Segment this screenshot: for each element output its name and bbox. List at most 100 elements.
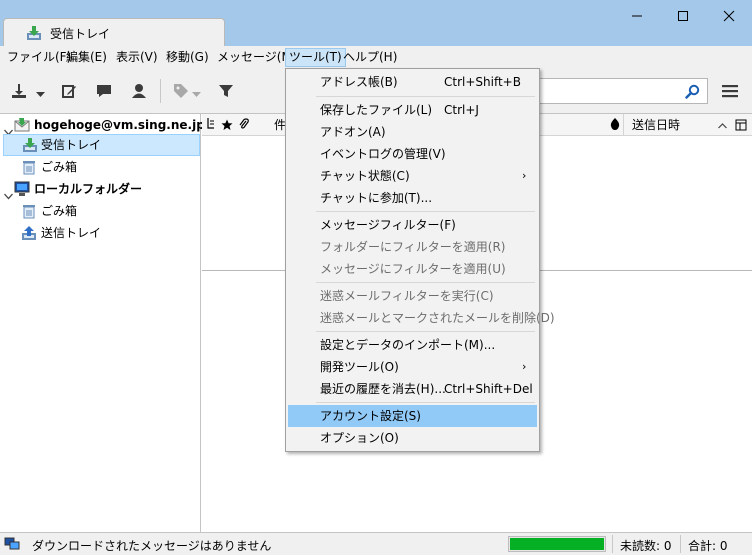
folder-trash[interactable]: ごみ箱 — [0, 156, 200, 178]
pencil-icon — [62, 85, 76, 98]
menu-item-label: メッセージフィルター(F) — [320, 218, 456, 232]
menu-item-import[interactable]: 設定とデータのインポート(M)... — [288, 334, 537, 356]
menu-separator — [316, 96, 535, 97]
menu-item-label: チャットに参加(T)... — [320, 191, 433, 205]
inbox-icon — [26, 25, 42, 41]
search-icon — [685, 84, 700, 102]
menu-item-label: オプション(O) — [320, 431, 399, 445]
menu-edit[interactable]: 編集(E) — [63, 48, 110, 67]
chevron-right-icon: › — [522, 169, 527, 182]
menu-item-label: メッセージにフィルターを適用(U) — [320, 262, 506, 276]
person-icon — [132, 84, 146, 98]
menu-go[interactable]: 移動(G) — [163, 48, 212, 67]
menu-item-label: 開発ツール(O) — [320, 360, 399, 374]
inbox-icon — [22, 137, 38, 153]
menu-item-label: 迷惑メールフィルターを実行(C) — [320, 289, 494, 303]
folder-outbox-label: 送信トレイ — [41, 226, 102, 240]
column-picker-icon[interactable] — [735, 117, 747, 133]
maximize-button[interactable] — [660, 0, 706, 32]
menu-item-delete-junk: 迷惑メールとマークされたメールを削除(D) — [288, 307, 555, 329]
menu-item-options[interactable]: オプション(O) — [288, 427, 537, 449]
menu-item-apply-filters-message: メッセージにフィルターを適用(U) — [288, 258, 537, 280]
menu-item-label: イベントログの管理(V) — [320, 147, 446, 161]
tools-menu: アドレス帳(B) Ctrl+Shift+B 保存したファイル(L) Ctrl+J… — [285, 68, 555, 452]
menu-separator — [316, 331, 535, 332]
quick-filter-button[interactable] — [215, 80, 237, 102]
menu-separator — [316, 402, 535, 403]
star-icon[interactable] — [221, 117, 233, 133]
menu-separator — [316, 282, 535, 283]
chat-button[interactable] — [93, 80, 115, 102]
menu-item-clear-history[interactable]: 最近の履歴を消去(H)... Ctrl+Shift+Del — [288, 378, 537, 400]
folder-pane: hogehoge@vm.sing.ne.jp 受信トレイ ごみ箱 ローカルフォル… — [0, 114, 205, 532]
menu-item-addons[interactable]: アドオン(A) — [288, 121, 537, 143]
menu-item-account-settings[interactable]: アカウント設定(S) — [288, 405, 537, 427]
folder-outbox[interactable]: 送信トレイ — [0, 222, 200, 244]
download-icon — [12, 84, 26, 98]
attachment-icon[interactable] — [239, 117, 249, 133]
menu-item-message-filters[interactable]: メッセージフィルター(F) — [288, 214, 537, 236]
folder-local-trash[interactable]: ごみ箱 — [0, 200, 200, 222]
menu-item-event-log[interactable]: イベントログの管理(V) — [288, 143, 537, 165]
status-bar: ダウンロードされたメッセージはありません 未読数: 0 合計: 0 — [0, 532, 752, 555]
menu-help[interactable]: ヘルプ(H) — [340, 48, 400, 67]
menu-item-apply-filters-folder: フォルダーにフィルターを適用(R) — [288, 236, 537, 258]
app-menu-button[interactable] — [718, 80, 742, 102]
total-count: 合計: 0 — [688, 539, 728, 553]
title-bar: 受信トレイ — [0, 0, 752, 46]
status-separator — [680, 535, 681, 553]
status-message: ダウンロードされたメッセージはありません — [32, 539, 272, 553]
menu-tools[interactable]: ツール(T) — [285, 48, 346, 67]
folder-account[interactable]: hogehoge@vm.sing.ne.jp — [0, 114, 205, 136]
minimize-button[interactable] — [614, 0, 660, 32]
get-messages-dropdown[interactable] — [36, 87, 46, 97]
menu-item-label: 保存したファイル(L) — [320, 103, 433, 117]
minimize-icon — [632, 15, 642, 17]
close-icon — [723, 10, 735, 22]
hamburger-icon — [722, 85, 738, 98]
menu-item-saved-files[interactable]: 保存したファイル(L) Ctrl+J — [288, 99, 537, 121]
chevron-down-icon — [36, 92, 45, 97]
menu-item-label: アドオン(A) — [320, 125, 386, 139]
address-book-button[interactable] — [128, 80, 150, 102]
folder-inbox[interactable]: 受信トレイ — [3, 134, 200, 156]
menu-item-shortcut: Ctrl+J — [444, 103, 479, 117]
toolbar-separator — [160, 79, 161, 103]
menu-separator — [316, 211, 535, 212]
tag-dropdown[interactable] — [192, 87, 202, 97]
get-messages-button[interactable] — [8, 80, 30, 102]
outbox-icon — [21, 225, 37, 241]
folder-trash-label: ごみ箱 — [41, 160, 78, 174]
menu-item-chat-status[interactable]: チャット状態(C) › — [288, 165, 537, 187]
sort-ascending-icon — [718, 117, 727, 133]
menu-item-join-chat[interactable]: チャットに参加(T)... — [288, 187, 537, 209]
menu-item-label: 迷惑メールとマークされたメールを削除(D) — [320, 311, 555, 325]
menu-view[interactable]: 表示(V) — [113, 48, 161, 67]
tag-button[interactable] — [170, 80, 192, 102]
computer-icon — [14, 181, 30, 197]
chat-icon — [97, 85, 111, 97]
status-separator — [612, 535, 613, 553]
chevron-right-icon: › — [522, 360, 527, 373]
tag-icon — [174, 84, 188, 98]
menu-item-shortcut: Ctrl+Shift+B — [444, 75, 521, 89]
tab-inbox[interactable]: 受信トレイ — [3, 18, 225, 46]
thread-column-icon[interactable] — [206, 117, 216, 133]
close-button[interactable] — [706, 0, 752, 32]
menu-item-run-junk-filter: 迷惑メールフィルターを実行(C) — [288, 285, 537, 307]
maximize-icon — [678, 11, 688, 21]
junk-status-icon[interactable] — [610, 117, 620, 133]
menu-item-dev-tools[interactable]: 開発ツール(O) › — [288, 356, 537, 378]
menu-item-label: アカウント設定(S) — [320, 409, 421, 423]
trash-icon — [21, 203, 37, 219]
menu-item-label: 最近の履歴を消去(H)... — [320, 382, 446, 396]
menu-item-label: チャット状態(C) — [320, 169, 410, 183]
column-separator — [623, 114, 624, 136]
menu-item-address-book[interactable]: アドレス帳(B) Ctrl+Shift+B — [288, 71, 537, 93]
date-column-header[interactable]: 送信日時 — [632, 117, 680, 133]
search-input[interactable] — [540, 78, 708, 104]
folder-account-label: hogehoge@vm.sing.ne.jp — [34, 118, 205, 132]
offline-status-icon[interactable] — [4, 536, 20, 555]
write-button[interactable] — [58, 80, 80, 102]
folder-local[interactable]: ローカルフォルダー — [0, 178, 200, 200]
